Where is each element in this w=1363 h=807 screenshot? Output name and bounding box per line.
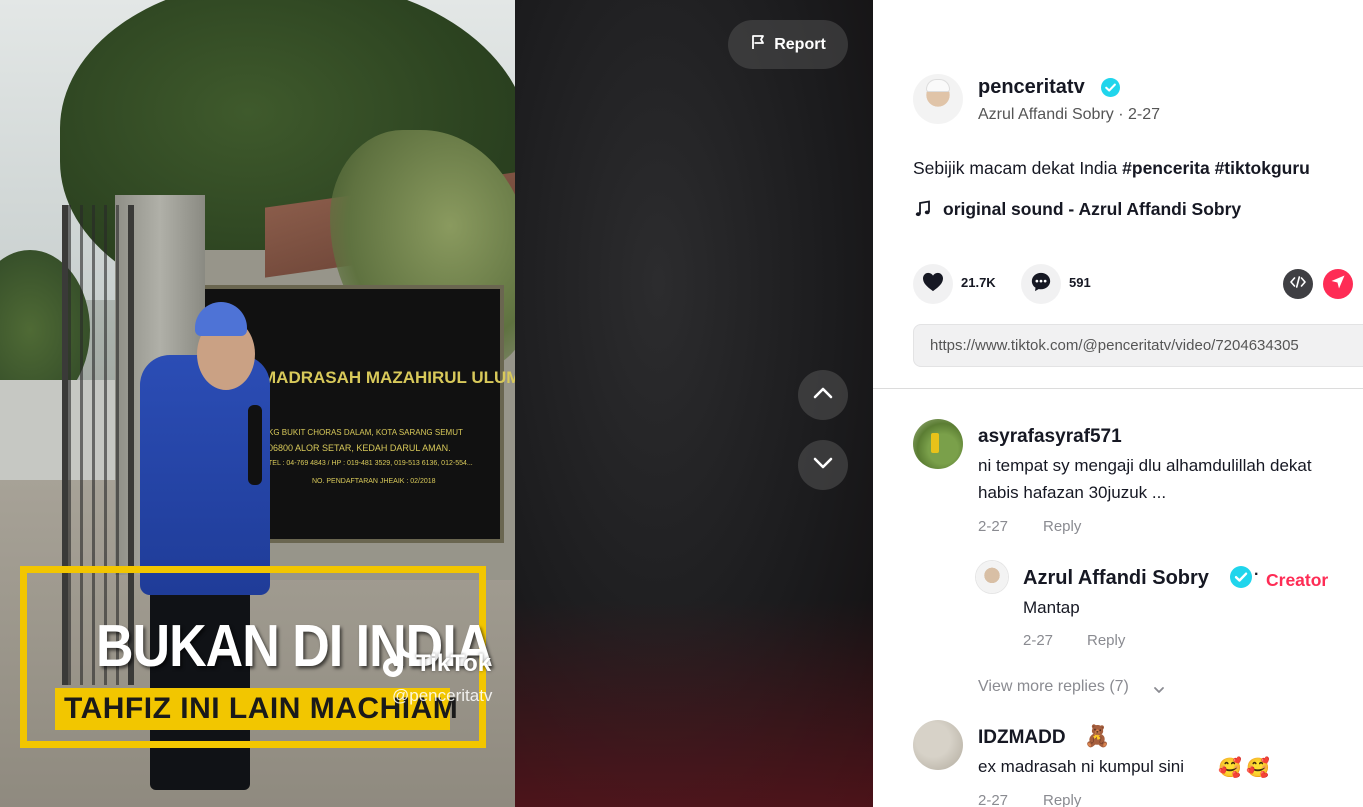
reply-text: Mantap: [1023, 598, 1080, 617]
embed-button[interactable]: [1283, 269, 1313, 299]
reply-username[interactable]: Azrul Affandi Sobry: [1023, 567, 1209, 590]
author-subtitle: Azrul Affandi Sobry · 2-27: [978, 106, 1161, 123]
chevron-up-icon: [811, 381, 835, 410]
like-count: 21.7K: [961, 275, 996, 290]
tiktok-logo-icon: [380, 644, 412, 680]
comment-text: ni tempat sy mengaji dlu alhamdulillah d…: [978, 456, 1312, 475]
background-gradient: [515, 600, 873, 807]
commenter-avatar[interactable]: [913, 419, 963, 469]
video-stage: MADRASAH MAZAHIRUL ULUM KG BUKIT CHORAS …: [0, 0, 873, 807]
comment-text: ex madrasah ni kumpul sini: [978, 757, 1184, 776]
verified-badge-icon: [1101, 78, 1120, 97]
comment-text: habis hafazan 30juzuk ...: [978, 483, 1167, 502]
hashtag-link[interactable]: #tiktokguru: [1215, 158, 1310, 178]
reply-button[interactable]: Reply: [1043, 792, 1081, 807]
sign-line: NO. PENDAFTARAN JHEAIK : 02/2018: [312, 478, 436, 485]
author-handle[interactable]: penceritatv: [978, 76, 1085, 99]
reply-date: 2-27: [1023, 632, 1054, 649]
video-link-text: https://www.tiktok.com/@penceritatv/vide…: [930, 337, 1299, 354]
report-button[interactable]: Report: [728, 20, 848, 69]
verified-badge-icon: [1230, 566, 1252, 588]
next-video-button[interactable]: [798, 440, 848, 490]
comment-username[interactable]: asyrafasyraf571: [978, 426, 1122, 448]
details-panel: penceritatv Azrul Affandi Sobry · 2-27 S…: [873, 0, 1363, 807]
video-player[interactable]: MADRASAH MAZAHIRUL ULUM KG BUKIT CHORAS …: [0, 0, 515, 807]
share-button[interactable]: [1323, 269, 1353, 299]
flag-icon: [750, 34, 766, 55]
creator-badge: Creator: [1266, 570, 1329, 590]
teddy-bear-emoji: 🧸: [1084, 725, 1111, 748]
separator-dot: ·: [1254, 566, 1260, 583]
reply-button[interactable]: Reply: [1043, 518, 1081, 535]
chevron-down-icon[interactable]: [1153, 683, 1165, 695]
author-avatar[interactable]: [913, 74, 963, 124]
caption-text: Sebijik macam dekat India: [913, 158, 1123, 178]
microphone: [248, 405, 262, 485]
sign-line: 06800 ALOR SETAR, KEDAH DARUL AMAN.: [268, 443, 451, 453]
code-embed-icon: [1290, 275, 1306, 293]
sign-line: TEL : 04-769 4843 / HP : 019-481 3529, 0…: [268, 460, 473, 467]
like-button[interactable]: [913, 264, 953, 304]
report-label: Report: [774, 35, 826, 53]
comment-username[interactable]: IDZMADD: [978, 727, 1066, 749]
comment-icon: [1030, 271, 1052, 298]
section-divider: [873, 388, 1363, 389]
sound-link[interactable]: original sound - Azrul Affandi Sobry: [943, 199, 1241, 220]
smiling-hearts-emoji: 🥰: [1246, 758, 1270, 779]
video-caption: Sebijik macam dekat India #pencerita #ti…: [913, 158, 1310, 179]
previous-video-button[interactable]: [798, 370, 848, 420]
view-more-replies-link[interactable]: View more replies (7): [978, 678, 1129, 696]
smiling-hearts-emoji: 🥰: [1218, 758, 1242, 779]
comment-button[interactable]: [1021, 264, 1061, 304]
video-link-field[interactable]: https://www.tiktok.com/@penceritatv/vide…: [913, 324, 1363, 367]
chevron-down-icon: [811, 451, 835, 480]
comment-count: 591: [1069, 275, 1091, 290]
send-icon: [1330, 274, 1346, 295]
watermark-username: @penceritatv: [392, 686, 493, 705]
sign-line: MADRASAH MAZAHIRUL ULUM: [262, 368, 515, 387]
watermark-brand: TikTok: [416, 650, 492, 677]
hashtag-link[interactable]: #pencerita: [1122, 158, 1210, 178]
sign-line: KG BUKIT CHORAS DALAM, KOTA SARANG SEMUT: [268, 428, 463, 437]
music-note-icon: [914, 200, 932, 218]
reply-avatar[interactable]: [976, 561, 1008, 593]
reply-button[interactable]: Reply: [1087, 632, 1125, 649]
heart-icon: [922, 272, 944, 297]
comment-date: 2-27: [978, 792, 1009, 807]
comment-date: 2-27: [978, 518, 1009, 535]
commenter-avatar[interactable]: [913, 720, 963, 770]
